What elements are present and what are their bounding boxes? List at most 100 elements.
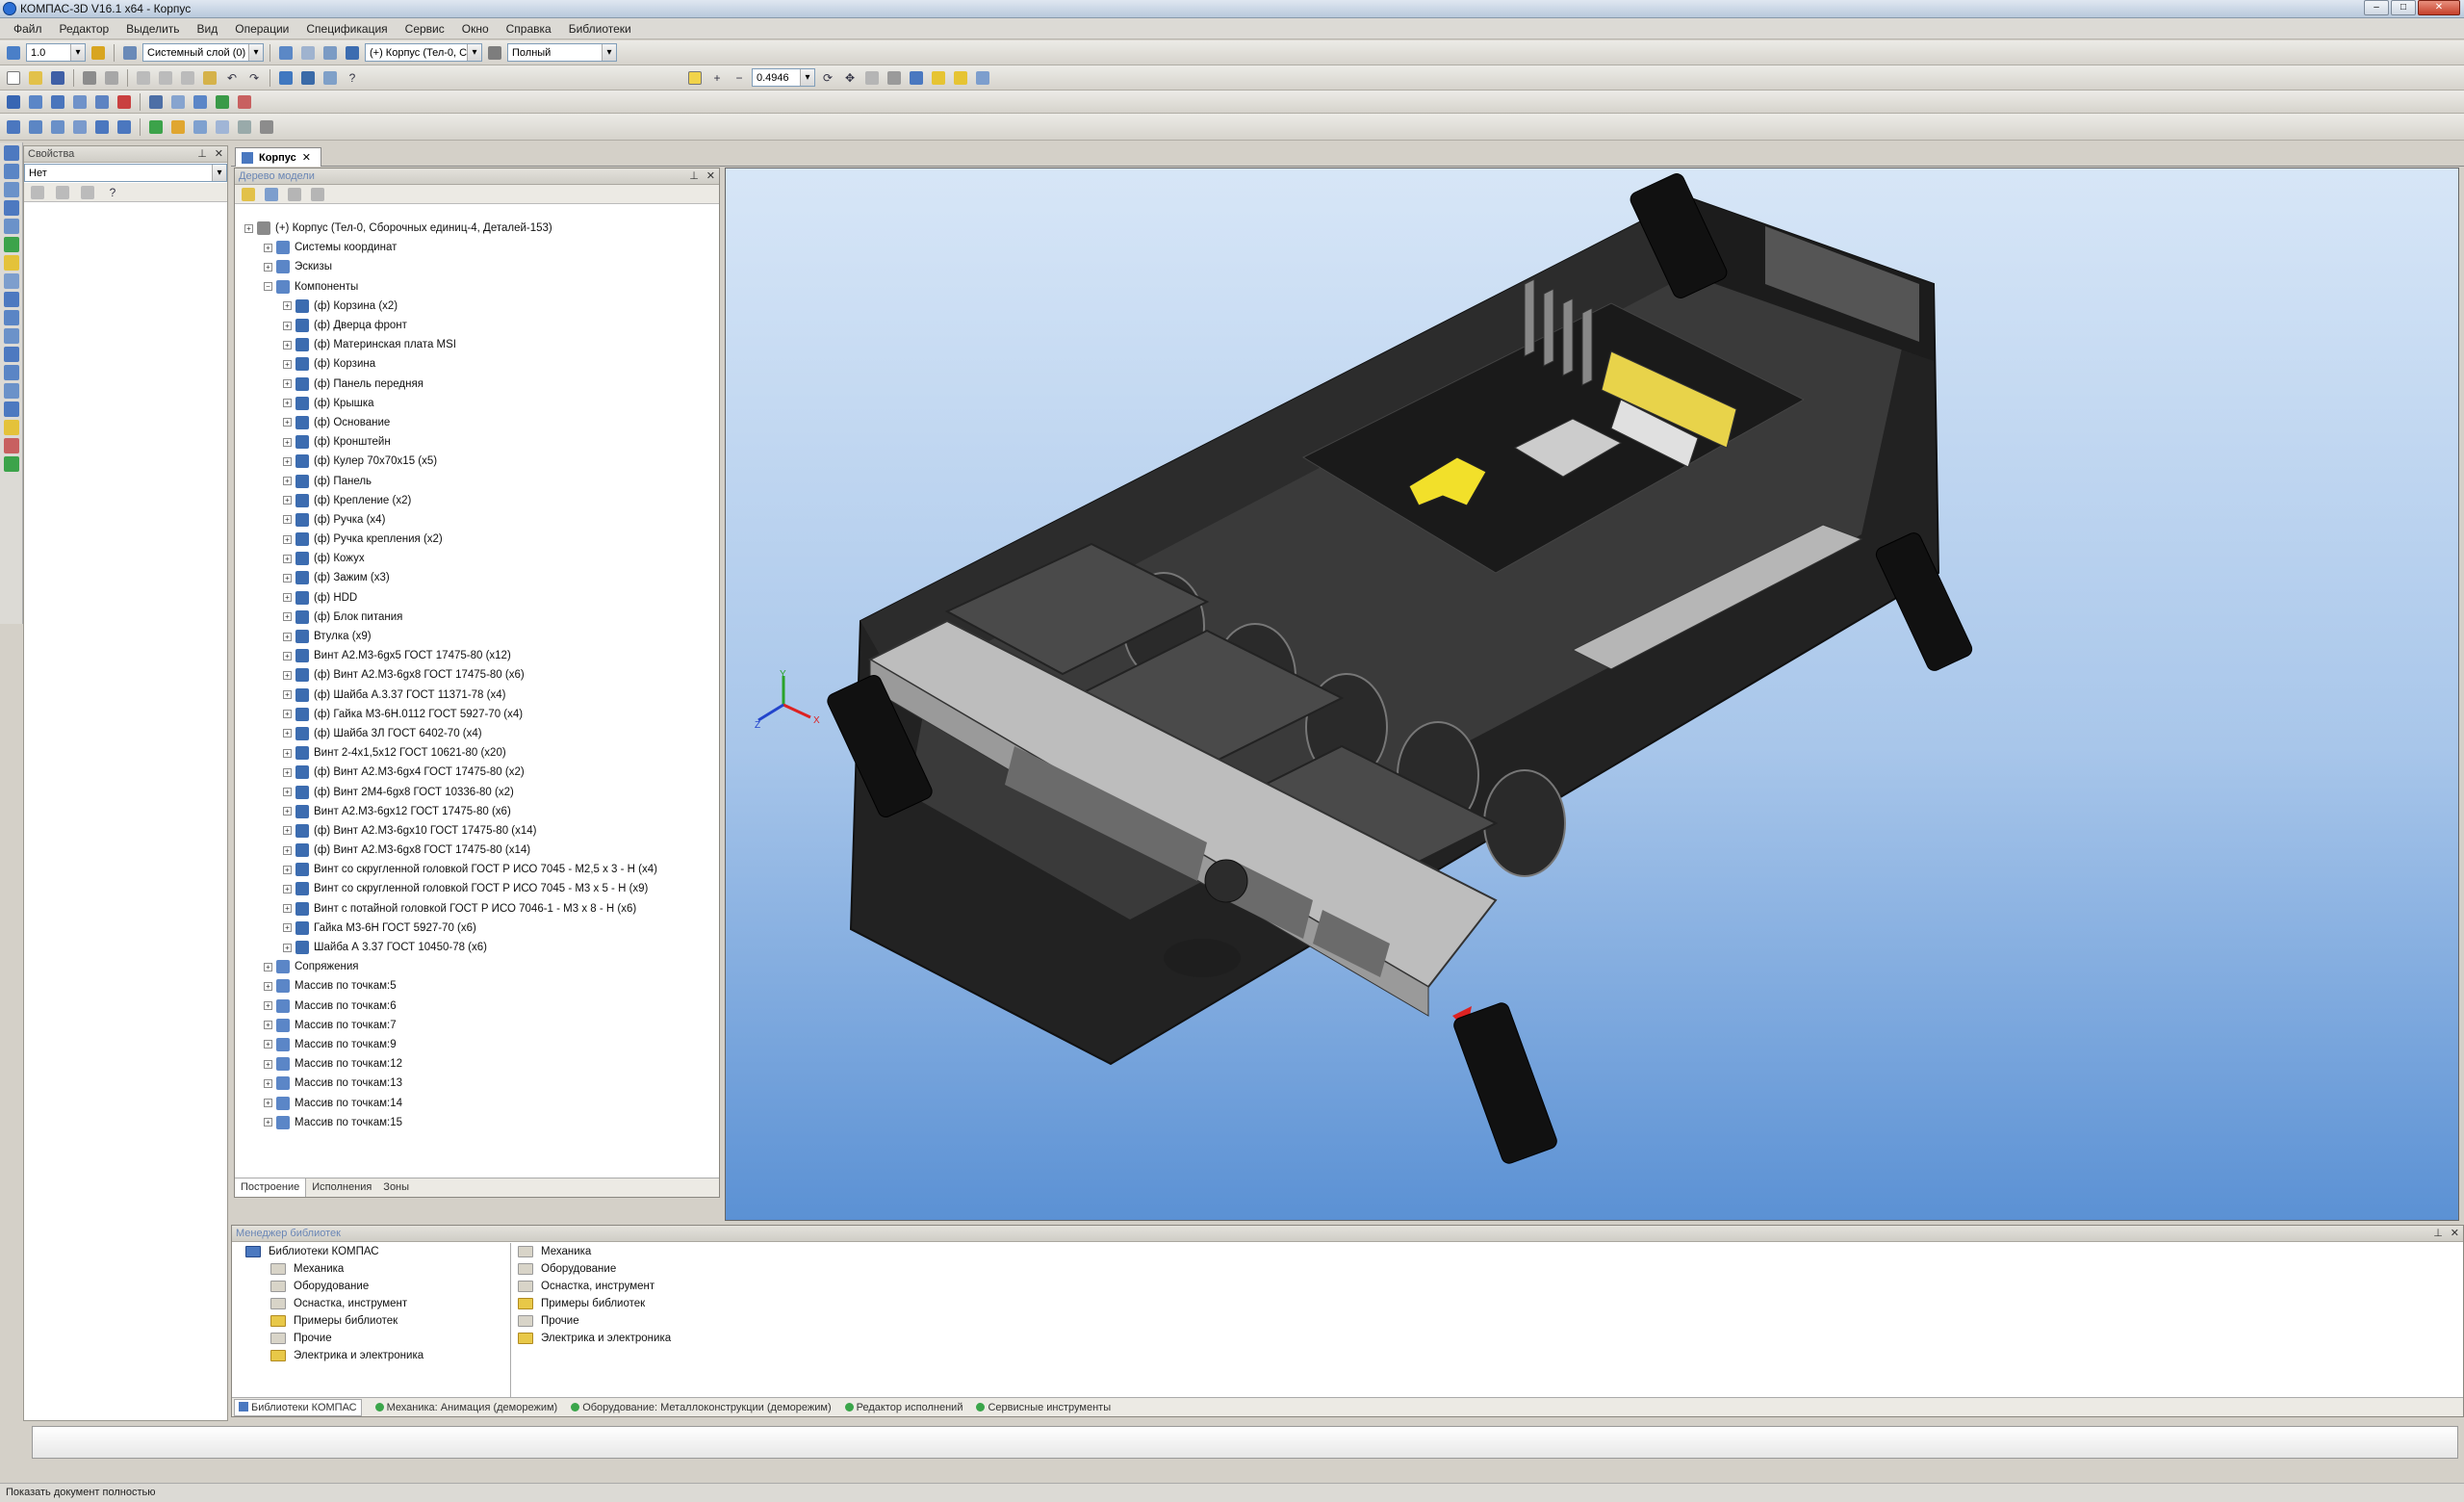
undo-icon[interactable]: ↶: [222, 68, 242, 88]
tree-item[interactable]: + (ф) Гайка М3-6Н.0112 ГОСТ 5927-70 (x4): [235, 705, 719, 724]
spec-icon[interactable]: [4, 273, 19, 289]
array-icon[interactable]: [191, 92, 210, 112]
expand-icon[interactable]: +: [283, 496, 292, 505]
redo-icon[interactable]: ↷: [244, 68, 264, 88]
library-panel-icon[interactable]: [4, 456, 19, 472]
tree-item[interactable]: + (ф) Корзина (x2): [235, 297, 719, 316]
library-item[interactable]: Примеры библиотек: [232, 1312, 510, 1330]
tree-item[interactable]: + (+) Корпус (Тел-0, Сборочных единиц-4, …: [235, 219, 719, 238]
tree-item[interactable]: + Втулка (x9): [235, 627, 719, 646]
expand-icon[interactable]: +: [283, 554, 292, 563]
menu-specification[interactable]: Спецификация: [306, 22, 387, 36]
tree-item[interactable]: + Винт А2.М3-6gx5 ГОСТ 17475-80 (x12): [235, 646, 719, 665]
tree-item[interactable]: + (ф) Ручка крепления (x2): [235, 530, 719, 549]
zoom-in-icon[interactable]: +: [707, 68, 727, 88]
expand-icon[interactable]: +: [283, 884, 292, 893]
tree-item[interactable]: + Массив по точкам:7: [235, 1016, 719, 1035]
expand-icon[interactable]: +: [283, 534, 292, 544]
expand-icon[interactable]: +: [283, 321, 292, 330]
tree-item[interactable]: + (ф) Корзина: [235, 354, 719, 374]
tree-item[interactable]: + (ф) Винт А2.М3-6gx4 ГОСТ 17475-80 (x2): [235, 763, 719, 782]
report-icon[interactable]: [257, 117, 276, 137]
expand-icon[interactable]: +: [283, 943, 292, 952]
expand-icon[interactable]: +: [244, 223, 253, 233]
mate-icon[interactable]: [235, 92, 254, 112]
close-library-icon[interactable]: ✕: [2451, 1227, 2459, 1239]
tree-item[interactable]: + Массив по точкам:12: [235, 1054, 719, 1074]
coincidence-icon[interactable]: [70, 117, 90, 137]
tree-item[interactable]: + (ф) Ручка (x4): [235, 510, 719, 530]
tree-item[interactable]: + Винт с потайной головкой ГОСТ Р ИСО 704…: [235, 899, 719, 919]
expand-icon[interactable]: +: [283, 515, 292, 525]
expand-icon[interactable]: +: [264, 1059, 272, 1069]
copy-icon[interactable]: [156, 68, 175, 88]
tree-item[interactable]: + (ф) Винт А2.М3-6gx8 ГОСТ 17475-80 (x14): [235, 841, 719, 860]
orient-icon[interactable]: [321, 43, 340, 63]
tree-item[interactable]: + Массив по точкам:5: [235, 976, 719, 996]
report-panel-icon[interactable]: [4, 292, 19, 307]
sketch-icon[interactable]: [4, 92, 23, 112]
library-item[interactable]: Оснастка, инструмент: [232, 1295, 510, 1312]
expand-icon[interactable]: +: [283, 399, 292, 408]
tree-item[interactable]: + (ф) Крепление (x2): [235, 491, 719, 510]
perspective-icon[interactable]: [973, 68, 992, 88]
tab-metal-structures[interactable]: Оборудование: Металлоконструкции (деморе…: [571, 1402, 832, 1413]
expand-icon[interactable]: +: [283, 748, 292, 758]
props-tool-3-icon[interactable]: [78, 183, 97, 202]
variables-icon[interactable]: [321, 68, 340, 88]
tree-item[interactable]: + Массив по точкам:9: [235, 1035, 719, 1054]
tree-item[interactable]: + Винт 2-4x1,5x12 ГОСТ 10621-80 (x20): [235, 743, 719, 763]
expand-icon[interactable]: +: [264, 262, 272, 272]
expand-icon[interactable]: +: [264, 962, 272, 971]
props-tool-2-icon[interactable]: [53, 183, 72, 202]
tree-item[interactable]: + (ф) Дверца фронт: [235, 316, 719, 335]
library-item[interactable]: Механика: [232, 1260, 510, 1278]
expand-icon[interactable]: +: [283, 593, 292, 603]
expand-icon[interactable]: +: [283, 379, 292, 389]
electric-icon[interactable]: [4, 420, 19, 435]
add-component-icon[interactable]: [4, 117, 23, 137]
props-tool-1-icon[interactable]: [28, 183, 47, 202]
expand-icon[interactable]: +: [283, 301, 292, 311]
expand-icon[interactable]: +: [283, 477, 292, 486]
zoom-out-icon[interactable]: −: [730, 68, 749, 88]
expand-icon[interactable]: +: [264, 1099, 272, 1108]
grid-icon[interactable]: [89, 43, 108, 63]
tree-item[interactable]: + Шайба А 3.37 ГОСТ 10450-78 (x6): [235, 938, 719, 957]
paste-icon[interactable]: [178, 68, 197, 88]
mates-panel-icon[interactable]: [4, 438, 19, 453]
properties-icon[interactable]: [200, 68, 219, 88]
tree-item[interactable]: + Массив по точкам:15: [235, 1113, 719, 1132]
close-button[interactable]: ✕: [2418, 0, 2460, 15]
section-icon[interactable]: [191, 117, 210, 137]
tab-construction[interactable]: Построение: [235, 1178, 307, 1197]
model-combo[interactable]: (+) Корпус (Тел-0, С: [365, 43, 482, 62]
edit-icon[interactable]: [4, 182, 19, 197]
pencil-icon[interactable]: [146, 117, 166, 137]
tree-item[interactable]: + (ф) Кожух: [235, 549, 719, 568]
tree-options-icon[interactable]: [308, 185, 327, 204]
expand-icon[interactable]: +: [283, 632, 292, 641]
library-content-item[interactable]: Оборудование: [514, 1260, 2463, 1278]
tree-item[interactable]: + (ф) Шайба А.3.37 ГОСТ 11371-78 (x4): [235, 686, 719, 705]
tree-item[interactable]: + Массив по точкам:13: [235, 1074, 719, 1093]
tree-item[interactable]: + (ф) Материнская плата MSI: [235, 335, 719, 354]
tree-sort-icon[interactable]: [239, 185, 258, 204]
tree-view-icon[interactable]: [262, 185, 281, 204]
tab-mechanics-animation[interactable]: Механика: Анимация (деморежим): [374, 1402, 557, 1413]
revolve-icon[interactable]: [48, 92, 67, 112]
preview-icon[interactable]: [102, 68, 121, 88]
tree-icon[interactable]: [276, 68, 295, 88]
perpendicular-icon[interactable]: [115, 117, 134, 137]
library-root[interactable]: Библиотеки КОМПАС: [232, 1243, 510, 1260]
layer-icon[interactable]: [120, 43, 140, 63]
expand-icon[interactable]: +: [283, 767, 292, 777]
zoom-combo[interactable]: 0.4946: [752, 68, 815, 87]
tab-zones[interactable]: Зоны: [377, 1178, 415, 1197]
expand-icon[interactable]: +: [283, 690, 292, 700]
tree-item[interactable]: + (ф) Кулер 70x70x15 (x5): [235, 452, 719, 471]
tree-item[interactable]: + (ф) Кронштейн: [235, 432, 719, 452]
tree-item[interactable]: + (ф) Винт А2.М3-6gx10 ГОСТ 17475-80 (x14…: [235, 821, 719, 841]
expand-icon[interactable]: +: [283, 865, 292, 874]
tree-item[interactable]: + (ф) Основание: [235, 413, 719, 432]
